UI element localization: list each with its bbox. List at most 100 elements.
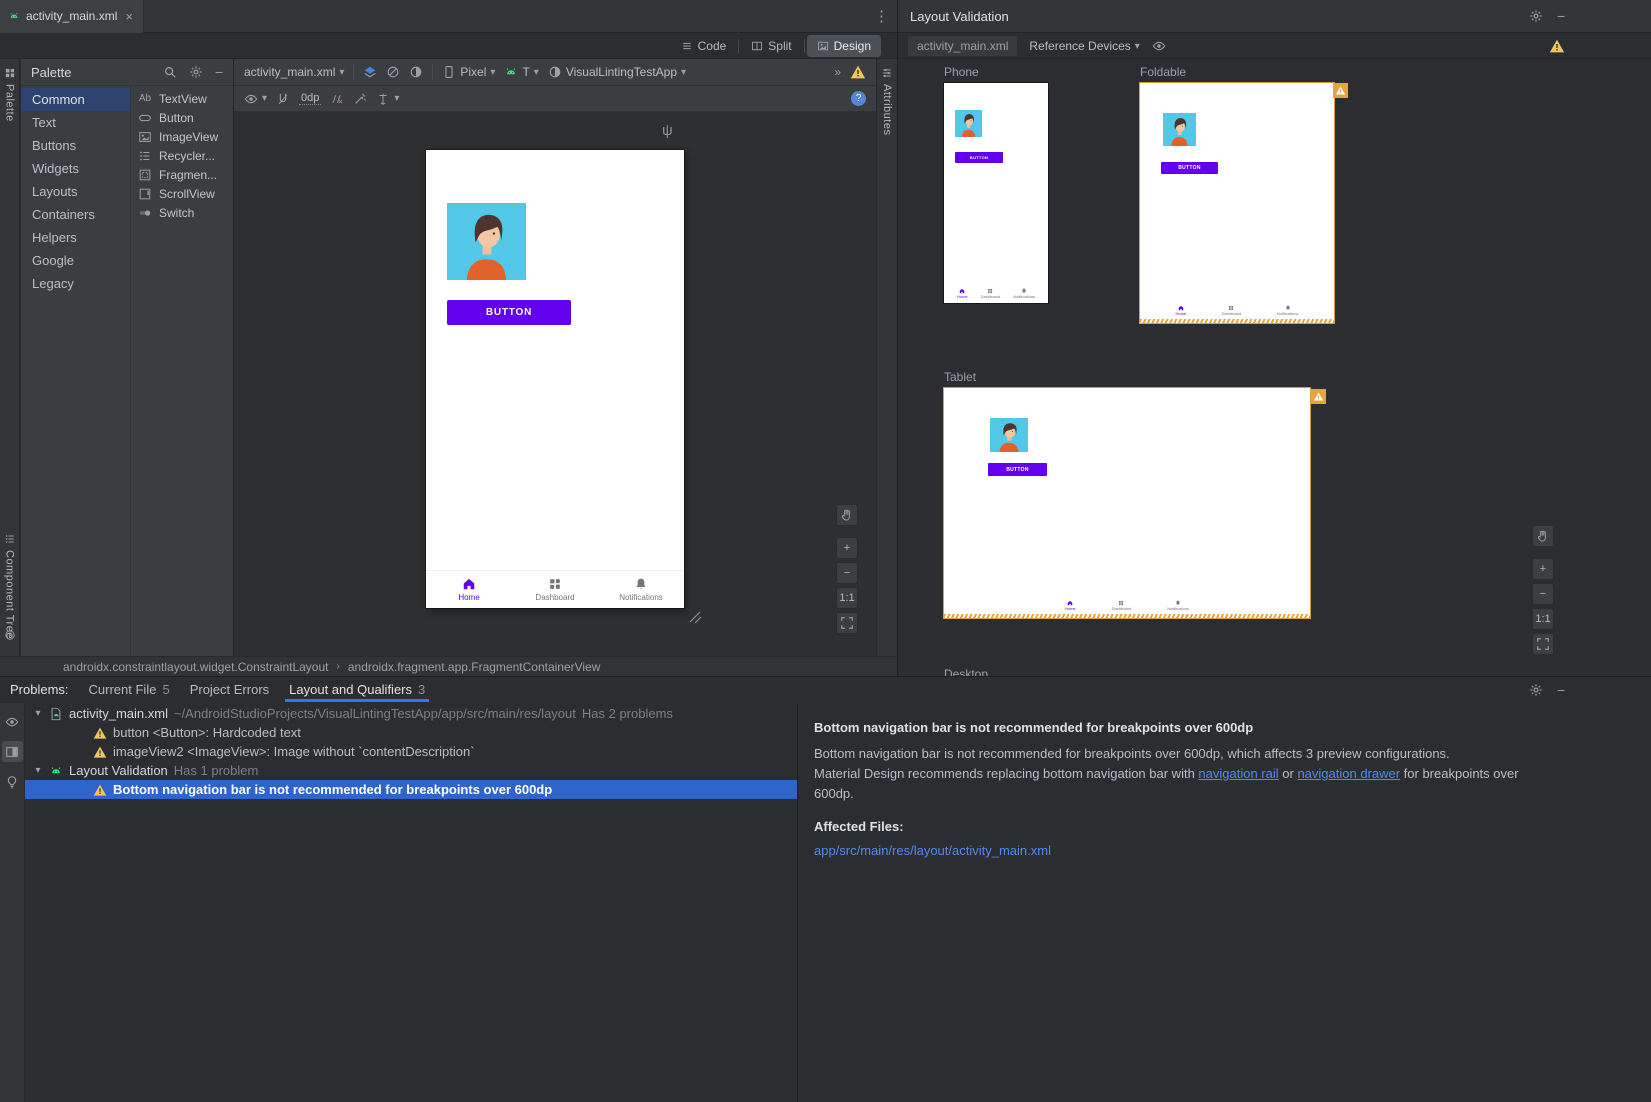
- nav-item-home[interactable]: Home: [426, 571, 512, 608]
- kebab-menu-icon[interactable]: ⋮: [874, 7, 889, 25]
- device-preview[interactable]: BUTTON Home Dashboard Notifications: [426, 150, 684, 608]
- problem-selected-row[interactable]: Bottom navigation bar is not recommended…: [25, 780, 797, 799]
- palette-category-google[interactable]: Google: [21, 249, 130, 272]
- layout-validation-title: Layout Validation: [910, 9, 1009, 24]
- attributes-stripe-tab[interactable]: Attributes: [877, 63, 897, 135]
- layout-file-dropdown[interactable]: activity_main.xml ▾: [244, 65, 344, 79]
- palette-item-scrollview[interactable]: ScrollView: [131, 184, 233, 203]
- file-tab[interactable]: activity_main.xml ×: [0, 0, 144, 33]
- palette-stripe-tab[interactable]: Palette: [0, 63, 19, 122]
- zoom-out-button[interactable]: −: [1532, 583, 1554, 605]
- mode-split[interactable]: Split: [741, 35, 801, 57]
- palette-item-imageview[interactable]: ImageView: [131, 127, 233, 146]
- palette-category-text[interactable]: Text: [21, 111, 130, 134]
- preview-button: BUTTON: [955, 152, 1003, 163]
- night-mode-icon[interactable]: [409, 65, 423, 79]
- breadcrumb-fragmentcontainerview[interactable]: androidx.fragment.app.FragmentContainerV…: [348, 660, 601, 674]
- search-icon[interactable]: [163, 65, 177, 79]
- clear-constraints-icon[interactable]: [330, 92, 344, 106]
- palette-category-containers[interactable]: Containers: [21, 203, 130, 226]
- default-margin-value[interactable]: 0dp: [299, 92, 321, 105]
- problem-warning-row-hardcoded-text[interactable]: button <Button>: Hardcoded text: [25, 723, 797, 742]
- problem-warning-row-content-description[interactable]: imageView2 <ImageView>: Image without `c…: [25, 742, 797, 761]
- visibility-icon[interactable]: [1152, 39, 1166, 53]
- blueprint-toggle-icon[interactable]: [386, 65, 400, 79]
- validation-file-tab[interactable]: activity_main.xml: [908, 36, 1017, 56]
- preview-foldable[interactable]: BUTTON Home Dashboard Notifications: [1140, 83, 1334, 323]
- minimize-icon[interactable]: −: [1557, 8, 1565, 24]
- palette-item-switch[interactable]: Switch: [131, 203, 233, 222]
- minimize-icon[interactable]: −: [215, 64, 223, 80]
- preview-phone[interactable]: BUTTON Home Dashboard Notifications: [944, 83, 1048, 303]
- palette-item-textview[interactable]: Ab TextView: [131, 89, 233, 108]
- bottom-stripe-tool[interactable]: [0, 625, 19, 641]
- close-icon[interactable]: ×: [125, 9, 133, 24]
- gear-icon[interactable]: [189, 65, 203, 79]
- preview-toggle-button[interactable]: [2, 711, 23, 732]
- help-icon[interactable]: ?: [851, 91, 866, 106]
- zoom-reset-button[interactable]: 1:1: [1532, 608, 1554, 630]
- design-surface-icon[interactable]: [363, 65, 377, 79]
- component-tree-stripe-tab[interactable]: Component Tree: [0, 529, 19, 639]
- minimize-icon[interactable]: −: [1557, 682, 1565, 698]
- preview-tablet[interactable]: BUTTON Home Dashboard Notifications: [944, 388, 1310, 618]
- view-options-dropdown[interactable]: ▾: [244, 92, 267, 106]
- palette-category-buttons[interactable]: Buttons: [21, 134, 130, 157]
- autoconnect-icon[interactable]: [276, 92, 290, 106]
- palette-category-widgets[interactable]: Widgets: [21, 157, 130, 180]
- preview-button[interactable]: BUTTON: [447, 300, 571, 325]
- reference-devices-dropdown[interactable]: Reference Devices ▾: [1029, 39, 1139, 53]
- warning-icon: [93, 726, 107, 740]
- palette-category-layouts[interactable]: Layouts: [21, 180, 130, 203]
- breadcrumb-separator: ›: [337, 661, 340, 672]
- lint-warning-badge[interactable]: [1311, 389, 1326, 404]
- pan-button[interactable]: [836, 504, 858, 526]
- infer-constraints-icon[interactable]: [353, 92, 367, 106]
- problem-file-row[interactable]: ▾ activity_main.xml ~/AndroidStudioProje…: [25, 704, 797, 723]
- device-dropdown[interactable]: Pixel ▾: [442, 65, 495, 79]
- affected-file-link[interactable]: app/src/main/res/layout/activity_main.xm…: [814, 843, 1631, 858]
- palette-item-fragment[interactable]: Fragmen...: [131, 165, 233, 184]
- tab-current-file[interactable]: Current File 5: [89, 677, 170, 702]
- breadcrumb-constraintlayout[interactable]: androidx.constraintlayout.widget.Constra…: [63, 660, 329, 674]
- quickfix-button[interactable]: [2, 771, 23, 792]
- navigation-rail-link[interactable]: navigation rail: [1198, 766, 1278, 781]
- zoom-out-button[interactable]: −: [836, 562, 858, 584]
- zoom-reset-button[interactable]: 1:1: [836, 587, 858, 609]
- resize-grip-icon[interactable]: [688, 610, 702, 624]
- palette-item-recyclerview[interactable]: Recycler...: [131, 146, 233, 165]
- tab-project-errors[interactable]: Project Errors: [190, 677, 269, 702]
- zoom-to-fit-button[interactable]: [1532, 633, 1554, 655]
- tab-layout-and-qualifiers[interactable]: Layout and Qualifiers 3: [289, 677, 425, 702]
- warning-icon[interactable]: [1549, 38, 1565, 54]
- nav-item-notifications[interactable]: Notifications: [598, 571, 684, 608]
- details-toggle-button[interactable]: [2, 741, 23, 762]
- zoom-in-button[interactable]: +: [1532, 558, 1554, 580]
- pan-button[interactable]: [1532, 525, 1554, 547]
- theme-dropdown[interactable]: VisualLintingTestApp ▾: [548, 65, 686, 79]
- navigation-drawer-link[interactable]: navigation drawer: [1297, 766, 1400, 781]
- lint-warning-badge[interactable]: [1333, 83, 1348, 98]
- imageview-avatar[interactable]: [447, 203, 526, 280]
- palette-category-common[interactable]: Common: [21, 88, 130, 111]
- palette-category-legacy[interactable]: Legacy: [21, 272, 130, 295]
- palette-item-button[interactable]: Button: [131, 108, 233, 127]
- default-margins-dropdown[interactable]: ▾: [376, 92, 399, 106]
- mode-code[interactable]: Code: [671, 35, 737, 57]
- bottom-navigation[interactable]: Home Dashboard Notifications: [426, 570, 684, 608]
- render-warning-icon[interactable]: [850, 64, 866, 80]
- chevron-down-icon[interactable]: ▾: [33, 708, 43, 719]
- zoom-to-fit-button[interactable]: [836, 612, 858, 634]
- more-actions-icon[interactable]: »: [834, 65, 841, 79]
- gear-icon[interactable]: [1529, 683, 1543, 697]
- design-canvas[interactable]: ψ BUTTON Home Dashboard: [234, 112, 876, 656]
- zoom-in-button[interactable]: +: [836, 537, 858, 559]
- palette-category-helpers[interactable]: Helpers: [21, 226, 130, 249]
- gear-icon[interactable]: [1529, 9, 1543, 23]
- chevron-down-icon[interactable]: ▾: [33, 765, 43, 776]
- api-level-dropdown[interactable]: T ▾: [504, 65, 538, 79]
- bell-icon: [634, 577, 648, 591]
- mode-design[interactable]: Design: [807, 35, 881, 57]
- problem-group-layout-validation[interactable]: ▾ Layout Validation Has 1 problem: [25, 761, 797, 780]
- nav-item-dashboard[interactable]: Dashboard: [512, 571, 598, 608]
